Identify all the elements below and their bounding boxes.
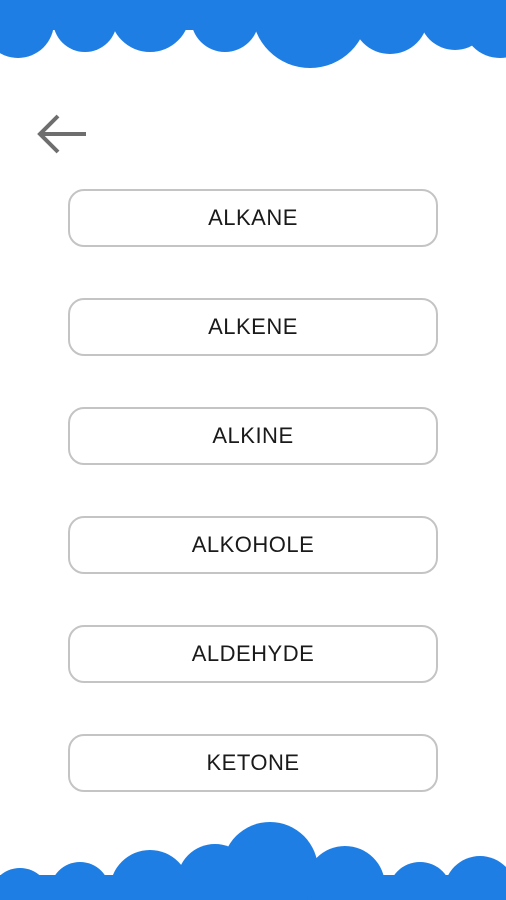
arrow-left-icon [37,114,86,154]
alkine-button[interactable]: ALKINE [68,407,438,465]
back-button[interactable] [34,110,92,158]
alkohole-button[interactable]: ALKOHOLE [68,516,438,574]
bottom-cloud-decoration [0,822,506,900]
top-cloud-decoration [0,0,506,68]
alkene-button[interactable]: ALKENE [68,298,438,356]
ketone-button[interactable]: KETONE [68,734,438,792]
alkane-button[interactable]: ALKANE [68,189,438,247]
aldehyde-button[interactable]: ALDEHYDE [68,625,438,683]
